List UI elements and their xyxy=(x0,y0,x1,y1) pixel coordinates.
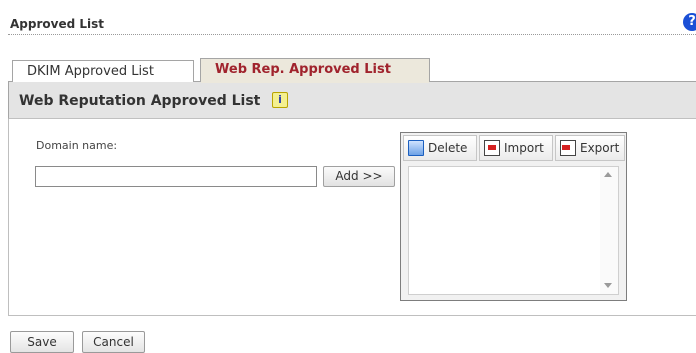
cancel-button[interactable]: Cancel xyxy=(82,331,145,353)
import-icon xyxy=(484,140,500,156)
approved-domains-list[interactable] xyxy=(408,166,619,295)
page-title: Approved List xyxy=(10,17,104,31)
active-tab-joint xyxy=(201,80,429,83)
add-button[interactable]: Add >> xyxy=(323,166,395,187)
trash-icon xyxy=(408,140,424,156)
import-button-label: Import xyxy=(504,141,544,155)
import-button[interactable]: Import xyxy=(479,135,553,161)
domain-name-input[interactable] xyxy=(35,166,317,187)
scroll-down-arrow-icon[interactable] xyxy=(604,283,612,288)
delete-button[interactable]: Delete xyxy=(403,135,477,161)
scroll-up-arrow-icon[interactable] xyxy=(604,172,612,177)
tab-web-rep-approved-list[interactable]: Web Rep. Approved List xyxy=(200,58,430,82)
export-button[interactable]: Export xyxy=(555,135,625,161)
info-icon[interactable]: i xyxy=(272,92,288,108)
domain-name-label: Domain name: xyxy=(36,139,118,152)
export-button-label: Export xyxy=(580,141,620,155)
tab-dkim-approved-list[interactable]: DKIM Approved List xyxy=(12,60,194,84)
save-button[interactable]: Save xyxy=(10,331,74,353)
delete-button-label: Delete xyxy=(428,141,468,155)
help-icon[interactable]: ? xyxy=(683,13,696,31)
export-icon xyxy=(560,140,576,156)
header-divider xyxy=(8,34,696,35)
section-title: Web Reputation Approved List xyxy=(19,93,261,109)
list-scrollbar[interactable] xyxy=(600,167,618,294)
